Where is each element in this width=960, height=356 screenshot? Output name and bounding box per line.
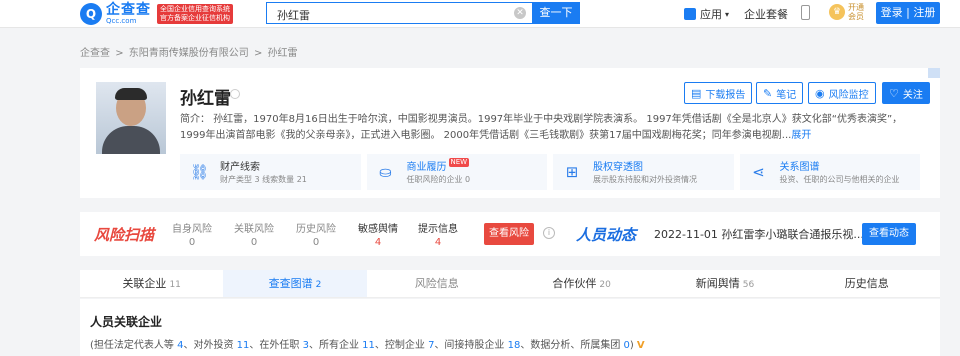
person-news-logo: 人员动态 <box>576 226 637 244</box>
view-news-button[interactable]: 查看动态 <box>862 223 916 245</box>
breadcrumb-home[interactable]: 企查查 <box>80 48 110 59</box>
link-icon: ⛓ <box>190 163 210 181</box>
follow-button[interactable]: ♡ 关注 <box>882 82 930 104</box>
person-name: 孙红雷 <box>180 89 231 109</box>
tab-risk-info[interactable]: 风险信息 <box>367 270 510 297</box>
risk-stat-history[interactable]: 历史风险 0 <box>290 220 342 248</box>
related-companies-section: 人员关联企业 (担任法定代表人等 4、对外投资 11、在外任职 3、所有企业 1… <box>80 299 940 356</box>
risk-stat-notice[interactable]: 提示信息 4 <box>412 220 464 248</box>
logo-tag: 全国企业信用查询系统 官方备案企业征信机构 <box>157 4 233 24</box>
crown-icon: ♛ <box>829 4 845 20</box>
logo-icon: Q <box>80 3 102 25</box>
risk-scan-bar: 风险扫描 自身风险 0 关联风险 0 历史风险 0 敏感舆情 4 提示信息 4 … <box>80 212 940 256</box>
document-icon: ▤ <box>691 86 702 100</box>
risk-stat-self[interactable]: 自身风险 0 <box>166 220 218 248</box>
stat-all-companies-count[interactable]: 11 <box>362 340 375 351</box>
note-button[interactable]: ✎ 笔记 <box>756 82 804 104</box>
heart-icon: ♡ <box>889 86 899 100</box>
nav-app-menu[interactable]: 应用 ▾ <box>684 6 729 22</box>
verified-icon <box>230 89 240 99</box>
chevron-down-icon: ▾ <box>725 9 730 19</box>
stat-indirect-count[interactable]: 18 <box>508 340 521 351</box>
section-title: 人员关联企业 <box>90 315 163 329</box>
tile-equity-chart[interactable]: ⊞ 股权穿透图 展示股东持股和对外投资情况 <box>553 154 734 190</box>
person-intro: 简介： 孙红雷，1970年8月16日出生于哈尔滨，中国影视男演员。1997年毕业… <box>180 114 903 141</box>
search-button[interactable]: 查一下 <box>532 2 580 24</box>
org-chart-icon: ⊞ <box>565 163 579 181</box>
feature-tiles: ⛓ 财产线索 财产类型 3 线索数量 21 ⛀ 商业履历 NEW 任职风险的企业 … <box>180 154 920 190</box>
logo[interactable]: Q 企查查 Qcc.com 全国企业信用查询系统 官方备案企业征信机构 <box>80 2 233 26</box>
corner-badge <box>928 68 940 78</box>
monitor-icon: ◉ <box>815 86 825 100</box>
tile-relation-graph[interactable]: ⋖ 关系图谱 投资、任职的公司与他相关的企业 <box>739 154 920 190</box>
risk-scan-logo: 风险扫描 <box>94 226 155 244</box>
tab-partners[interactable]: 合作伙伴 20 <box>510 270 653 297</box>
risk-stat-sentiment[interactable]: 敏感舆情 4 <box>352 220 404 248</box>
section-stats: (担任法定代表人等 4、对外投资 11、在外任职 3、所有企业 11、控制企业 … <box>90 340 645 351</box>
view-risk-button[interactable]: 查看风险 <box>484 223 534 245</box>
tab-news[interactable]: 新闻舆情 56 <box>653 270 796 297</box>
new-badge: NEW <box>448 158 470 167</box>
logo-domain: Qcc.com <box>106 17 137 25</box>
tab-graph[interactable]: 查查图谱 2 <box>223 270 367 297</box>
tile-property-clues[interactable]: ⛓ 财产线索 财产类型 3 线索数量 21 <box>180 154 361 190</box>
tile-business-history[interactable]: ⛀ 商业履历 NEW 任职风险的企业 0 <box>366 154 547 190</box>
profile-card: 孙红雷 简介： 孙红雷，1970年8月16日出生于哈尔滨，中国影视男演员。199… <box>80 68 940 198</box>
vip-button[interactable]: ♛ 开通 会员 <box>829 3 864 21</box>
tab-history[interactable]: 历史信息 <box>797 270 940 297</box>
briefcase-icon: ⛀ <box>379 163 392 181</box>
share-icon: ⋖ <box>752 163 765 181</box>
apps-icon <box>684 8 696 20</box>
vip-icon: V <box>636 340 645 351</box>
logo-title: 企查查 <box>106 2 151 18</box>
avatar <box>96 82 166 154</box>
search-value[interactable]: 孙红雷 <box>277 7 310 23</box>
breadcrumb-company[interactable]: 东阳青雨传媒股份有限公司 <box>129 48 249 59</box>
nav-enterprise-plan[interactable]: 企业套餐 <box>744 6 788 22</box>
breadcrumb-current: 孙红雷 <box>267 48 298 59</box>
info-icon[interactable]: i <box>543 227 555 239</box>
login-button[interactable]: 登录 | 注册 <box>876 2 940 24</box>
clear-icon[interactable]: ✕ <box>514 7 526 19</box>
expand-link[interactable]: 展开 <box>791 130 811 141</box>
tab-related-companies[interactable]: 关联企业 11 <box>80 270 223 297</box>
breadcrumb: 企查查 > 东阳青雨传媒股份有限公司 > 孙红雷 <box>80 48 298 59</box>
stat-investment-count[interactable]: 11 <box>237 340 250 351</box>
news-headline[interactable]: 2022-11-01 孙红雷李小璐联合通报乐视... <box>654 226 864 242</box>
mobile-icon[interactable] <box>801 5 810 20</box>
edit-icon: ✎ <box>763 86 773 100</box>
top-bar: Q 企查查 Qcc.com 全国企业信用查询系统 官方备案企业征信机构 孙红雷 … <box>0 0 960 28</box>
search-input[interactable]: 孙红雷 ✕ <box>266 2 532 24</box>
tab-bar: 关联企业 11 查查图谱 2 风险信息 合作伙伴 20 新闻舆情 56 历史信息 <box>80 270 940 298</box>
risk-monitor-button[interactable]: ◉ 风险监控 <box>808 82 876 104</box>
download-report-button[interactable]: ▤ 下载报告 <box>684 82 753 104</box>
risk-stat-related[interactable]: 关联风险 0 <box>228 220 280 248</box>
